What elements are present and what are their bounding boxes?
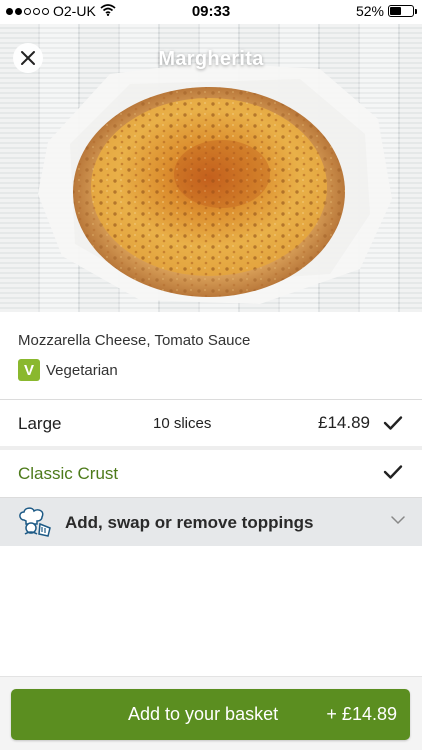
size-name: Large	[18, 414, 62, 433]
battery-icon	[388, 5, 417, 17]
ingredients-text: Mozzarella Cheese, Tomato Sauce	[18, 332, 251, 349]
toppings-toggle[interactable]: Add, swap or remove toppings	[0, 498, 422, 546]
add-to-basket-button[interactable]: Add to your basket + £14.89	[11, 689, 410, 740]
check-icon	[383, 465, 403, 479]
crust-option-classic[interactable]: Classic Crust	[0, 450, 422, 497]
content-spacer	[0, 546, 422, 676]
status-right: 52%	[355, 3, 417, 19]
dietary-info: V Vegetarian	[18, 359, 118, 381]
chevron-down-icon	[391, 516, 405, 525]
vegetarian-badge: V	[18, 359, 40, 381]
size-price: £14.89	[318, 413, 370, 432]
size-slices: 10 slices	[153, 415, 212, 432]
status-bar: O2-UK 09:33 52%	[0, 0, 422, 24]
basket-button-label: Add to your basket	[128, 704, 279, 724]
basket-button-price: + £14.89	[326, 704, 397, 724]
footer-bar: Add to your basket + £14.89	[0, 676, 422, 750]
size-option-large[interactable]: Large 10 slices £14.89	[0, 400, 422, 446]
battery-percent: 52%	[355, 3, 384, 19]
toppings-label: Add, swap or remove toppings	[65, 513, 314, 532]
check-icon	[383, 416, 403, 430]
product-description: Mozzarella Cheese, Tomato Sauce V Vegeta…	[0, 312, 422, 399]
crust-name: Classic Crust	[18, 464, 119, 483]
product-hero: Margherita	[0, 24, 422, 312]
vegetarian-label: Vegetarian	[46, 361, 118, 379]
page-title: Margherita	[158, 48, 264, 70]
chef-icon	[19, 507, 51, 537]
